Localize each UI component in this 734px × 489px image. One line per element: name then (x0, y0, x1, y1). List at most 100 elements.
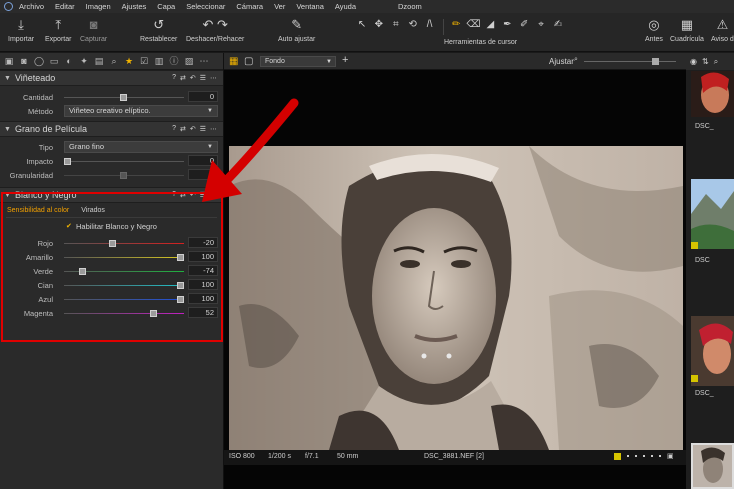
film-grain-title: Grano de Película (14, 124, 87, 134)
rating-dot-icon[interactable] (643, 455, 645, 457)
app-logo-icon[interactable] (4, 2, 13, 11)
grain-impact-slider[interactable] (64, 158, 184, 165)
film-grain-header[interactable]: ▼ Grano de Película ? ⇄ ↶ ☰ ⋯ (0, 121, 223, 137)
thumbnail-4-selected[interactable] (691, 443, 734, 489)
detail-tab-icon[interactable]: ✦ (78, 55, 90, 67)
fit-zoom-label[interactable]: Ajustar (549, 57, 574, 66)
add-icon[interactable]: + (342, 54, 348, 66)
grain-impact-label: Impacto (26, 157, 53, 166)
grain-type-value: Grano fino (69, 142, 105, 151)
eye-icon: ◎ (648, 17, 660, 32)
help-icon[interactable]: ? (172, 74, 176, 82)
rating-dots: ▣ (614, 452, 674, 460)
help-icon[interactable]: ? (172, 125, 176, 133)
zoom-slider[interactable] (584, 58, 676, 65)
color-tag-icon[interactable] (691, 242, 698, 249)
keystone-icon[interactable]: /\ (423, 17, 437, 33)
thumbnail-label: DSC_ (695, 390, 714, 397)
undo-redo-button[interactable]: ↶ ↷ Deshacer/Rehacer (186, 17, 244, 43)
slider-knob[interactable] (120, 94, 127, 101)
eye-icon[interactable]: ◉ (690, 57, 697, 66)
star-tab-icon[interactable]: ★ (123, 55, 135, 67)
gradient-icon[interactable]: ◢ (483, 17, 497, 33)
color-tag-icon[interactable] (691, 375, 698, 382)
annotate-icon[interactable]: ✍ (551, 17, 565, 33)
grain-granularity-slider[interactable] (64, 172, 184, 179)
menu-seleccionar[interactable]: Seleccionar (186, 2, 225, 11)
reset-panel-icon[interactable]: ↶ (190, 74, 196, 82)
filmstrip-panel: ◉ ⇅ ⌕ DSC_ DSC DSC_ (686, 53, 734, 489)
rating-dot-icon[interactable] (635, 455, 637, 457)
before-button[interactable]: ◎ Antes (645, 17, 663, 43)
menu-ayuda[interactable]: Ayuda (335, 2, 356, 11)
rotate-icon[interactable]: ⟲ (406, 17, 420, 33)
sort-icon[interactable]: ⇅ (702, 57, 709, 66)
picker-icon[interactable]: ⌖ (534, 17, 548, 33)
menu-ventana[interactable]: Ventana (296, 2, 324, 11)
vignette-method-row: Método Viñeteo creativo elíptico. ▼ (0, 104, 223, 118)
metadata-tab-icon[interactable]: ☑ (138, 55, 150, 67)
slider-knob[interactable] (64, 158, 71, 165)
grid-button[interactable]: ▦ Cuadrícula (670, 17, 704, 43)
output-tab-icon[interactable]: ▥ (153, 55, 165, 67)
undo-redo-icon: ↶ ↷ (202, 17, 228, 32)
menu-camara[interactable]: Cámara (236, 2, 263, 11)
thumbnail-label: DSC_ (695, 123, 714, 130)
menu-archivo[interactable]: Archivo (19, 2, 44, 11)
rating-dot-icon[interactable] (627, 455, 629, 457)
import-button[interactable]: ⤓ Importar (8, 17, 34, 43)
color-tab-icon[interactable]: ▭ (48, 55, 60, 67)
presets-icon[interactable]: ☰ (200, 74, 206, 82)
bw-highlight-frame (1, 192, 223, 342)
menu-ver[interactable]: Ver (274, 2, 285, 11)
copy-apply-icon[interactable]: ⇄ (180, 125, 186, 133)
more-options-icon[interactable]: ⋯ (210, 74, 217, 82)
color-tag-icon[interactable] (614, 452, 621, 460)
vignette-method-label: Método (27, 107, 53, 116)
viewer-style-select[interactable]: Fondo ▼ (260, 56, 336, 67)
vignette-amount-slider[interactable] (64, 94, 184, 101)
export-label: Exportar (45, 36, 72, 43)
capture-button[interactable]: ◙ Capturar (80, 17, 107, 43)
auto-adjust-button[interactable]: ✎ Auto ajustar (278, 17, 315, 43)
capture-tab-icon[interactable]: ◙ (18, 55, 30, 67)
thumbnail-2[interactable] (691, 179, 734, 249)
export-button[interactable]: ⤒ Exportar (45, 17, 71, 43)
eraser-icon[interactable]: ⌫ (466, 17, 480, 33)
local-adjust-tab-icon[interactable]: ▤ (93, 55, 105, 67)
edit-badge-icon[interactable]: ▣ (667, 452, 674, 460)
copy-apply-icon[interactable]: ⇄ (180, 74, 186, 82)
healing-icon[interactable]: ✐ (517, 17, 531, 33)
zoom-out-icon[interactable]: ⌕ (574, 56, 578, 64)
thumbnail-1[interactable] (691, 71, 734, 117)
menu-imagen[interactable]: Imagen (86, 2, 111, 11)
multi-view-icon[interactable]: ▦ (229, 56, 238, 67)
menu-capa[interactable]: Capa (157, 2, 175, 11)
exposure-tab-icon[interactable]: ◐ (63, 55, 75, 67)
slider-knob[interactable] (120, 172, 127, 179)
zoom-knob[interactable] (652, 58, 659, 65)
library-tab-icon[interactable]: ▣ (3, 55, 15, 67)
grid-label: Cuadrícula (670, 36, 704, 43)
menu-ajustes[interactable]: Ajustes (122, 2, 147, 11)
export-icon: ⤒ (55, 17, 62, 32)
warning-button[interactable]: ⚠ Aviso d (711, 17, 734, 43)
crop-icon[interactable]: ⌗ (389, 17, 403, 33)
rating-dot-icon[interactable] (651, 455, 653, 457)
capture-label: Capturar (80, 36, 108, 43)
vignette-header[interactable]: ▼ Viñeteado ? ⇄ ↶ ☰ ⋯ (0, 70, 223, 86)
select-cursor-icon[interactable]: ↖ (355, 17, 369, 33)
menu-editar[interactable]: Editar (55, 2, 75, 11)
more-tab-icon[interactable]: ⋯ (198, 55, 210, 67)
pen-icon[interactable]: ✒ (500, 17, 514, 33)
pan-cursor-icon[interactable]: ✥ (372, 17, 386, 33)
batch-tab-icon[interactable]: ▨ (183, 55, 195, 67)
rating-dot-icon[interactable] (659, 455, 661, 457)
info-tab-icon[interactable]: ⓘ (168, 55, 180, 67)
search-tab-icon[interactable]: ⌕ (108, 55, 120, 67)
reset-button[interactable]: ↺ Restablecer (140, 17, 177, 43)
lens-tab-icon[interactable]: ◯ (33, 55, 45, 67)
brush-icon[interactable]: ✏ (449, 17, 463, 33)
single-view-icon[interactable]: ▢ (244, 56, 253, 67)
search-icon[interactable]: ⌕ (714, 57, 718, 67)
